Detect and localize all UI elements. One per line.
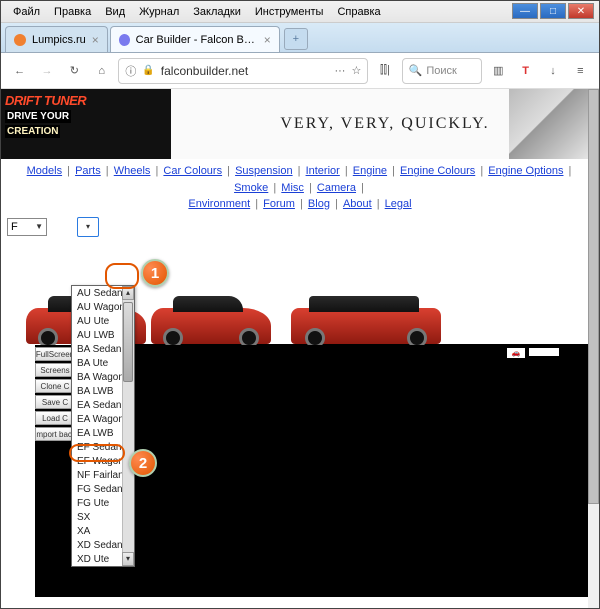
chevron-down-icon: ▾ <box>86 222 90 231</box>
banner-subtitle-2: CREATION <box>5 125 60 138</box>
nav-link[interactable]: Parts <box>75 165 101 177</box>
nav-links: Models | Parts | Wheels | Car Colours | … <box>1 159 599 215</box>
reload-button[interactable]: ↻ <box>64 58 85 84</box>
brand-dropdown[interactable]: F ▼ <box>7 218 47 236</box>
callout-1: 1 <box>141 259 169 287</box>
scroll-down-button[interactable]: ▾ <box>122 552 134 566</box>
browser-toolbar: ← → ↻ ⌂ ⓘ 🔒 ··· ☆ ⫿⫿| 🔍 Поиск ▥ T ↓ ≡ <box>1 53 599 89</box>
bookmark-star-icon[interactable]: ☆ <box>351 64 361 77</box>
reader-view-button[interactable]: ▥ <box>488 58 509 84</box>
tab-bar: Lumpics.ru × Car Builder - Falcon Builde… <box>1 23 599 53</box>
controls-row: F ▼ ▾ <box>1 215 599 239</box>
url-bar[interactable]: ⓘ 🔒 ··· ☆ <box>118 58 368 84</box>
more-icon[interactable]: ··· <box>334 65 345 77</box>
tab-label: Car Builder - Falcon Builder <box>136 34 258 46</box>
banner-photo <box>509 89 599 159</box>
nav-link[interactable]: Models <box>27 165 62 177</box>
menu-bar: Файл Правка Вид Журнал Закладки Инструме… <box>1 1 599 23</box>
highlight-ring-1 <box>105 263 139 289</box>
nav-link[interactable]: About <box>343 198 372 210</box>
page-scrollbar-thumb[interactable] <box>588 89 599 504</box>
menu-history[interactable]: Журнал <box>133 4 185 20</box>
nav-link[interactable]: Car Colours <box>163 165 222 177</box>
tab-lumpics[interactable]: Lumpics.ru × <box>5 26 108 52</box>
lock-icon: 🔒 <box>142 65 154 76</box>
close-tab-icon[interactable]: × <box>92 33 99 47</box>
banner-title: DRIFT TUNER <box>5 93 167 108</box>
side-button[interactable]: Load C <box>35 411 75 425</box>
brand-dropdown-value: F <box>11 221 18 233</box>
side-button[interactable]: Clone C <box>35 379 75 393</box>
nav-link[interactable]: Legal <box>385 198 412 210</box>
banner-logo[interactable]: DRIFT TUNER DRIVE YOUR CREATION <box>1 89 171 159</box>
model-dropdown-list[interactable]: AU SedanAU WagonAU UteAU LWBBA SedanBA U… <box>71 285 135 567</box>
page-scrollbar[interactable] <box>588 89 599 608</box>
menu-edit[interactable]: Правка <box>48 4 97 20</box>
menu-bookmarks[interactable]: Закладки <box>187 4 247 20</box>
banner-slogan: VERY, VERY, QUICKLY. <box>280 115 489 133</box>
nav-link[interactable]: Forum <box>263 198 295 210</box>
close-tab-icon[interactable]: × <box>264 33 271 47</box>
highlight-ring-2 <box>69 444 125 462</box>
page-content: DRIFT TUNER DRIVE YOUR CREATION VERY, VE… <box>1 89 599 608</box>
model-dropdown[interactable]: ▾ <box>77 217 99 237</box>
library-button[interactable]: ⫿⫿| <box>374 58 395 84</box>
car-preview-3 <box>291 308 441 344</box>
side-button[interactable]: Save C <box>35 395 75 409</box>
nav-link[interactable]: Interior <box>306 165 340 177</box>
banner-slogan-area: VERY, VERY, QUICKLY. <box>171 89 599 159</box>
nav-link[interactable]: Blog <box>308 198 330 210</box>
new-tab-button[interactable]: + <box>284 28 308 50</box>
nav-link[interactable]: Environment <box>188 198 250 210</box>
mini-indicator: 🚗 <box>507 348 559 358</box>
back-button[interactable]: ← <box>9 58 30 84</box>
maximize-button[interactable]: □ <box>540 3 566 19</box>
scrollbar-thumb[interactable] <box>123 302 133 382</box>
site-info-icon[interactable]: ⓘ <box>125 63 136 79</box>
search-placeholder: Поиск <box>426 65 456 77</box>
nav-link[interactable]: Engine Options <box>488 165 563 177</box>
favicon-icon <box>119 34 130 46</box>
nav-link[interactable]: Engine Colours <box>400 165 475 177</box>
nav-link[interactable]: Suspension <box>235 165 293 177</box>
tab-label: Lumpics.ru <box>32 34 86 46</box>
side-button[interactable]: Import back <box>35 427 75 441</box>
search-bar[interactable]: 🔍 Поиск <box>402 58 482 84</box>
close-button[interactable]: ✕ <box>568 3 594 19</box>
menu-help[interactable]: Справка <box>331 4 386 20</box>
nav-link[interactable]: Smoke <box>234 182 268 194</box>
url-input[interactable] <box>161 64 329 78</box>
minimize-button[interactable]: — <box>512 3 538 19</box>
forward-button[interactable]: → <box>36 58 57 84</box>
hamburger-menu-button[interactable]: ≡ <box>570 58 591 84</box>
download-button[interactable]: ↓ <box>542 58 563 84</box>
side-button[interactable]: Screens <box>35 363 75 377</box>
nav-link[interactable]: Engine <box>353 165 387 177</box>
car-preview-row <box>71 285 588 345</box>
header-banner: DRIFT TUNER DRIVE YOUR CREATION VERY, VE… <box>1 89 599 159</box>
callout-2: 2 <box>129 449 157 477</box>
side-button[interactable]: FullScreen <box>35 347 75 361</box>
menu-view[interactable]: Вид <box>99 4 131 20</box>
favicon-icon <box>14 34 26 46</box>
search-icon: 🔍 <box>409 64 423 77</box>
nav-link[interactable]: Wheels <box>114 165 151 177</box>
home-button[interactable]: ⌂ <box>91 58 112 84</box>
indicator-1: 🚗 <box>507 348 525 358</box>
menu-tools[interactable]: Инструменты <box>249 4 330 20</box>
nav-link[interactable]: Misc <box>281 182 304 194</box>
scrollbar-track[interactable]: ▴ ▾ <box>122 286 134 566</box>
chevron-down-icon: ▼ <box>35 222 43 231</box>
nav-link[interactable]: Camera <box>317 182 356 194</box>
window-controls: — □ ✕ <box>512 3 594 19</box>
car-preview-2 <box>151 308 271 344</box>
side-buttons: FullScreen Screens Clone C Save C Load C Impo… <box>35 347 75 441</box>
tab-carbuilder[interactable]: Car Builder - Falcon Builder × <box>110 26 280 52</box>
banner-subtitle-1: DRIVE YOUR <box>5 110 71 123</box>
translate-button[interactable]: T <box>515 58 536 84</box>
menu-file[interactable]: Файл <box>7 4 46 20</box>
indicator-2 <box>529 348 559 356</box>
